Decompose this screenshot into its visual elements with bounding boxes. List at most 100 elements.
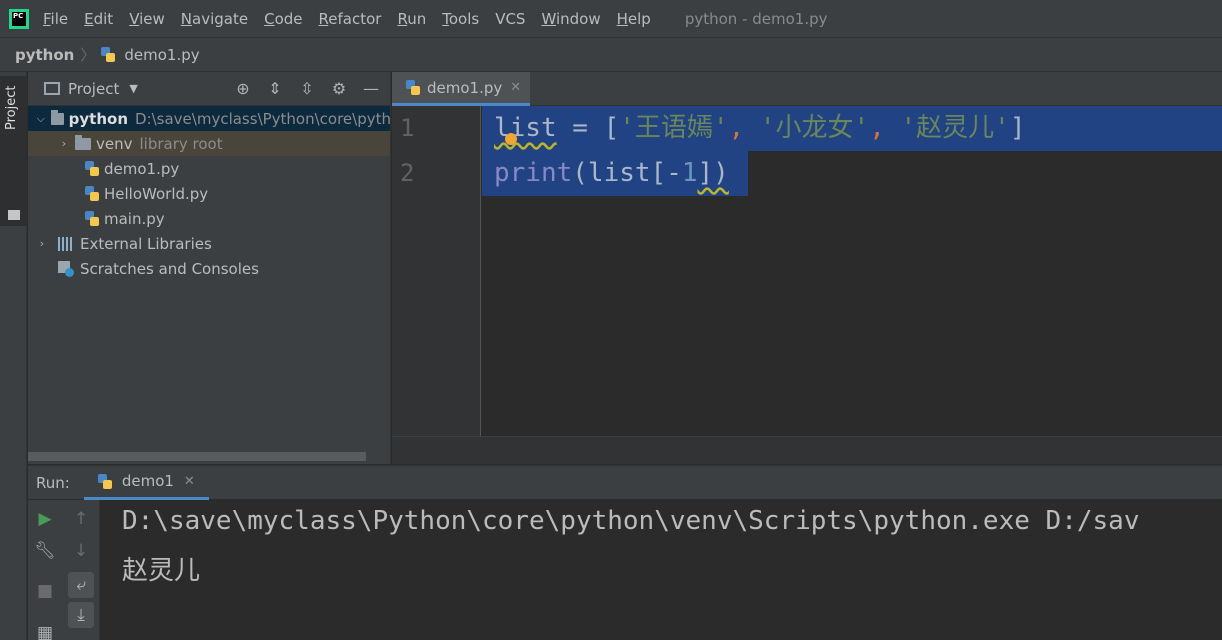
- run-toolbar-primary: ▶ 🔧︎ ■ ▦: [28, 500, 62, 640]
- code-token: [: [603, 113, 620, 143]
- code-token: 1: [681, 158, 698, 188]
- wrench-icon[interactable]: 🔧︎: [32, 538, 58, 564]
- tree-item-label: External Libraries: [80, 234, 212, 253]
- menu-vcs[interactable]: VCS: [495, 10, 525, 28]
- gear-icon[interactable]: ⚙: [330, 79, 348, 98]
- breadcrumb-file-label: demo1.py: [124, 45, 200, 64]
- soft-wrap-icon[interactable]: ⤶: [68, 572, 94, 598]
- tab-demo1[interactable]: demo1.py ✕: [392, 72, 530, 106]
- menu-tools[interactable]: Tools: [442, 10, 479, 28]
- tree-item-external-libraries[interactable]: › External Libraries: [28, 231, 390, 256]
- scroll-to-end-icon[interactable]: ⤓: [68, 602, 94, 628]
- code-token: =: [556, 113, 604, 143]
- arrow-down-icon[interactable]: ↓: [68, 538, 94, 564]
- code-token: '王语嫣': [619, 113, 729, 143]
- code-token: list: [494, 113, 557, 143]
- tree-item-path: library root: [139, 134, 223, 153]
- code-token: ]: [1009, 113, 1026, 143]
- tree-item-label: HelloWorld.py: [104, 184, 209, 203]
- run-tab-label: demo1: [121, 472, 174, 490]
- folder-icon: [75, 134, 91, 150]
- run-console-output[interactable]: D:\save\myclass\Python\core\python\venv\…: [100, 500, 1222, 640]
- breadcrumb-project[interactable]: python: [15, 46, 74, 64]
- project-tool-tab[interactable]: Project: [0, 76, 27, 226]
- intention-bulb-icon[interactable]: [505, 133, 517, 145]
- project-view-icon: [44, 82, 60, 95]
- run-tab-demo1[interactable]: demo1 ✕: [83, 466, 209, 500]
- tree-item-scratches[interactable]: Scratches and Consoles: [28, 256, 390, 281]
- tree-item-label: main.py: [104, 209, 165, 228]
- scratches-icon: [58, 260, 74, 277]
- code-line[interactable]: print(list[-1]): [482, 151, 748, 196]
- menu-run[interactable]: Run: [397, 10, 426, 28]
- menu-items: File Edit View Navigate Code Refactor Run Tools…: [43, 10, 667, 28]
- code-token: '赵灵儿': [900, 113, 1010, 143]
- project-view-dropdown[interactable]: Project: [68, 80, 119, 98]
- menu-help[interactable]: Help: [617, 10, 651, 28]
- chevron-down-icon[interactable]: ⌵: [36, 112, 46, 126]
- minimize-icon[interactable]: —: [362, 79, 380, 98]
- layout-icon[interactable]: ▦: [32, 620, 58, 640]
- folder-icon: [50, 109, 64, 125]
- tree-item-main[interactable]: main.py: [28, 206, 390, 231]
- tree-item-label: python: [68, 109, 129, 128]
- tree-item-path: D:\save\myclass\Python\core\pyth: [135, 109, 391, 128]
- tree-item-helloworld[interactable]: HelloWorld.py: [28, 181, 390, 206]
- menu-view[interactable]: View: [129, 10, 165, 28]
- breadcrumb-file[interactable]: demo1.py: [101, 45, 200, 64]
- stop-icon[interactable]: ■: [32, 578, 58, 604]
- editor-bottom-strip: [392, 436, 1222, 464]
- window-title: python - demo1.py: [684, 9, 828, 28]
- line-number: 1: [400, 114, 415, 142]
- project-panel: Project ▼ ⊕ ⇕ ⇳ ⚙ — ⌵ python D:\save\myc…: [28, 72, 391, 464]
- tree-item-python[interactable]: ⌵ python D:\save\myclass\Python\core\pyt…: [28, 106, 391, 131]
- menu-refactor[interactable]: Refactor: [319, 10, 382, 28]
- python-file-icon: [85, 211, 99, 226]
- python-icon: [97, 473, 112, 489]
- tree-item-label: demo1.py: [104, 159, 180, 178]
- collapse-all-icon[interactable]: ⇳: [298, 79, 316, 98]
- arrow-up-icon[interactable]: ↑: [68, 506, 94, 532]
- tree-item-venv[interactable]: › venv library root: [28, 131, 390, 156]
- code-editor[interactable]: list = ['王语嫣', '小龙女', '赵灵儿'] print(list[…: [482, 106, 1222, 436]
- menu-edit[interactable]: Edit: [84, 10, 113, 28]
- project-tool-tab-label: Project: [4, 85, 19, 130]
- locate-icon[interactable]: ⊕: [234, 79, 252, 98]
- run-panel-header: Run: demo1 ✕: [28, 465, 1222, 500]
- chevron-down-icon[interactable]: ▼: [129, 82, 137, 95]
- tree-item-label: venv: [96, 134, 133, 153]
- menu-navigate[interactable]: Navigate: [181, 10, 248, 28]
- close-icon[interactable]: ✕: [184, 474, 195, 489]
- menu-bar: PC File Edit View Navigate Code Refactor Run To…: [0, 0, 1222, 37]
- horizontal-scrollbar[interactable]: [28, 452, 366, 461]
- line-number: 2: [400, 159, 415, 187]
- project-panel-tools: ⊕ ⇕ ⇳ ⚙ —: [234, 79, 380, 98]
- tab-label: demo1.py: [427, 78, 503, 97]
- project-panel-header: Project ▼ ⊕ ⇕ ⇳ ⚙ —: [28, 72, 390, 106]
- menu-window[interactable]: Window: [541, 10, 600, 28]
- menu-file[interactable]: File: [43, 10, 68, 28]
- chevron-right-icon[interactable]: ›: [58, 137, 70, 150]
- python-file-icon: [406, 80, 420, 95]
- close-icon[interactable]: ✕: [510, 80, 521, 95]
- rerun-icon[interactable]: ▶: [32, 506, 58, 532]
- code-token: ,: [869, 113, 901, 143]
- python-file-icon: [85, 186, 99, 201]
- library-icon: [58, 236, 74, 251]
- expand-all-icon[interactable]: ⇕: [266, 79, 284, 98]
- breadcrumb-separator-icon: 〉: [80, 46, 96, 64]
- run-toolbar-secondary: ↑ ↓ ⤶ ⤓: [62, 500, 100, 640]
- folder-icon: [8, 210, 20, 220]
- editor-gutter: 1 2: [392, 106, 481, 436]
- menu-code[interactable]: Code: [264, 10, 302, 28]
- left-tool-stripe: Project: [0, 72, 27, 640]
- breadcrumb: python 〉 demo1.py: [0, 37, 1222, 72]
- code-line[interactable]: list = ['王语嫣', '小龙女', '赵灵儿']: [482, 106, 1222, 151]
- code-token: print: [494, 158, 573, 188]
- console-line: 赵灵儿: [122, 556, 201, 586]
- tree-item-demo1[interactable]: demo1.py: [28, 156, 390, 181]
- chevron-right-icon[interactable]: ›: [36, 237, 48, 250]
- python-file-icon: [101, 47, 116, 62]
- run-label: Run:: [36, 473, 70, 492]
- code-token: ,: [728, 113, 760, 143]
